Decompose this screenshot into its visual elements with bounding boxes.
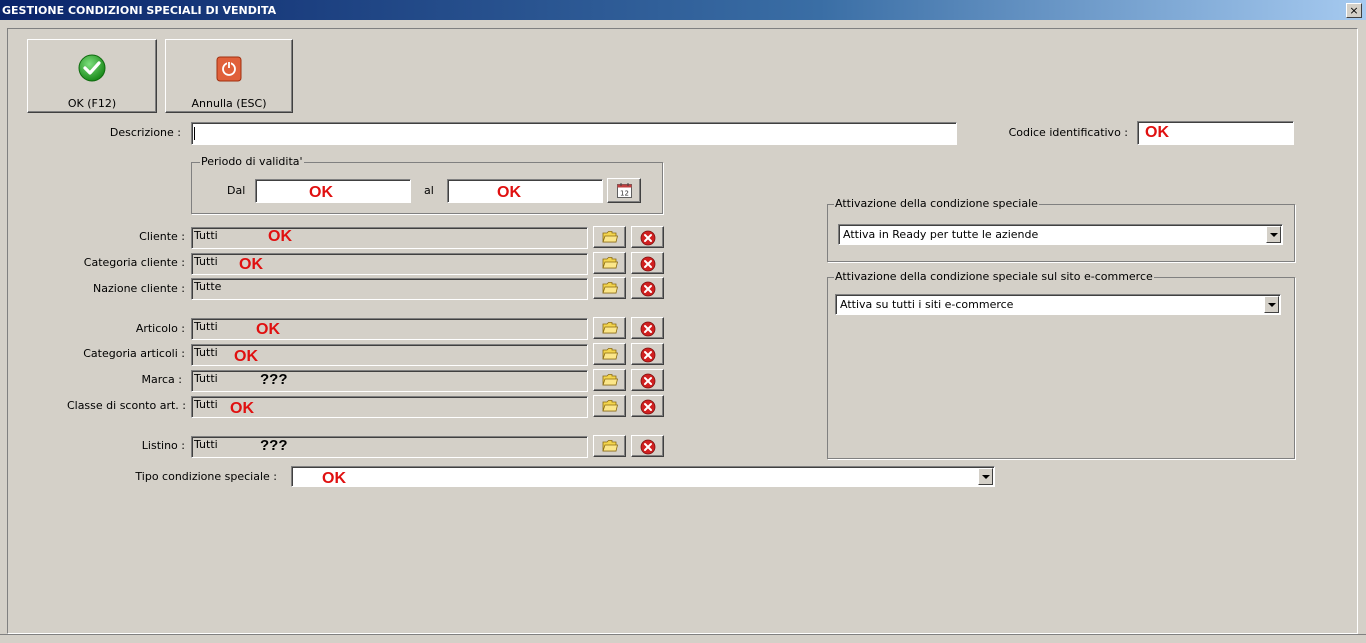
- cliente-field: Tutti: [191, 227, 588, 249]
- marca-value: Tutti: [194, 372, 218, 385]
- check-circle-icon: [78, 54, 106, 82]
- chevron-down-icon[interactable]: [1264, 296, 1279, 313]
- marca-annotation: ???: [260, 371, 288, 388]
- attivazione-selected: Attiva in Ready per tutte le aziende: [843, 228, 1039, 241]
- descrizione-input[interactable]: [191, 122, 957, 145]
- categoria-cliente-label: Categoria cliente :: [83, 256, 185, 269]
- ecommerce-legend: Attivazione della condizione speciale su…: [834, 270, 1154, 283]
- codice-annotation: OK: [1145, 124, 1169, 141]
- marca-clear-button[interactable]: [631, 369, 664, 391]
- categoria-articoli-label: Categoria articoli :: [83, 347, 185, 360]
- marca-label: Marca :: [141, 373, 182, 386]
- svg-text:12: 12: [620, 190, 629, 198]
- classe-sconto-annotation: OK: [230, 400, 254, 417]
- cliente-value: Tutti: [194, 229, 218, 242]
- descrizione-label: Descrizione :: [109, 126, 181, 139]
- ok-button[interactable]: OK (F12): [27, 39, 157, 113]
- nazione-cliente-field: Tutte: [191, 278, 588, 300]
- window-title: GESTIONE CONDIZIONI SPECIALI DI VENDITA: [2, 4, 277, 17]
- delete-icon: [640, 347, 656, 363]
- periodo-legend: Periodo di validita': [200, 155, 304, 168]
- classe-sconto-clear-button[interactable]: [631, 395, 664, 417]
- folder-icon: [602, 400, 618, 412]
- window-titlebar: GESTIONE CONDIZIONI SPECIALI DI VENDITA …: [0, 0, 1366, 20]
- categoria-articoli-annotation: OK: [234, 348, 258, 365]
- marca-field: Tutti: [191, 370, 588, 392]
- cliente-label: Cliente :: [139, 230, 185, 243]
- al-label: al: [424, 184, 434, 197]
- codice-label: Codice identificativo :: [1008, 126, 1128, 139]
- categoria-cliente-browse-button[interactable]: [593, 252, 626, 274]
- tipo-select[interactable]: OK: [291, 466, 995, 487]
- nazione-cliente-clear-button[interactable]: [631, 277, 664, 299]
- folder-icon: [602, 322, 618, 334]
- tipo-label: Tipo condizione speciale :: [135, 470, 277, 483]
- cliente-browse-button[interactable]: [593, 226, 626, 248]
- delete-icon: [640, 321, 656, 337]
- categoria-cliente-annotation: OK: [239, 256, 263, 273]
- cliente-annotation: OK: [268, 228, 292, 245]
- articolo-clear-button[interactable]: [631, 317, 664, 339]
- listino-clear-button[interactable]: [631, 435, 664, 457]
- al-date-input[interactable]: OK: [447, 179, 603, 203]
- chevron-down-icon[interactable]: [978, 468, 993, 485]
- classe-sconto-browse-button[interactable]: [593, 395, 626, 417]
- calendar-icon: 12: [617, 183, 632, 198]
- delete-icon: [640, 230, 656, 246]
- folder-icon: [602, 231, 618, 243]
- delete-icon: [640, 281, 656, 297]
- listino-annotation: ???: [260, 437, 288, 454]
- dal-annotation: OK: [309, 184, 333, 201]
- delete-icon: [640, 439, 656, 455]
- categoria-articoli-browse-button[interactable]: [593, 343, 626, 365]
- articolo-annotation: OK: [256, 321, 280, 338]
- attivazione-legend: Attivazione della condizione speciale: [834, 197, 1039, 210]
- dal-date-input[interactable]: OK: [255, 179, 411, 203]
- al-annotation: OK: [497, 184, 521, 201]
- listino-field: Tutti: [191, 436, 588, 458]
- cliente-clear-button[interactable]: [631, 226, 664, 248]
- delete-icon: [640, 256, 656, 272]
- ok-button-label: OK (F12): [67, 97, 117, 110]
- cancel-button[interactable]: Annulla (ESC): [165, 39, 293, 113]
- classe-sconto-label: Classe di sconto art. :: [66, 399, 186, 412]
- power-icon: [216, 56, 242, 82]
- codice-input[interactable]: OK: [1137, 121, 1294, 145]
- nazione-cliente-value: Tutte: [194, 280, 222, 293]
- categoria-cliente-clear-button[interactable]: [631, 252, 664, 274]
- folder-icon: [602, 348, 618, 360]
- folder-icon: [602, 257, 618, 269]
- close-icon[interactable]: ×: [1346, 3, 1362, 18]
- chevron-down-icon[interactable]: [1266, 226, 1281, 243]
- delete-icon: [640, 399, 656, 415]
- attivazione-select[interactable]: Attiva in Ready per tutte le aziende: [838, 224, 1283, 245]
- tipo-annotation: OK: [322, 470, 346, 487]
- articolo-value: Tutti: [194, 320, 218, 333]
- articolo-field: Tutti: [191, 318, 588, 340]
- text-cursor: [194, 127, 195, 140]
- categoria-articoli-value: Tutti: [194, 346, 218, 359]
- articolo-browse-button[interactable]: [593, 317, 626, 339]
- nazione-cliente-label: Nazione cliente :: [93, 282, 185, 295]
- listino-label: Listino :: [141, 439, 185, 452]
- marca-browse-button[interactable]: [593, 369, 626, 391]
- listino-browse-button[interactable]: [593, 435, 626, 457]
- articolo-label: Articolo :: [135, 322, 185, 335]
- calendar-button[interactable]: 12: [607, 178, 641, 203]
- ecommerce-select[interactable]: Attiva su tutti i siti e-commerce: [835, 294, 1281, 315]
- categoria-cliente-value: Tutti: [194, 255, 218, 268]
- ecommerce-selected: Attiva su tutti i siti e-commerce: [840, 298, 1014, 311]
- delete-icon: [640, 373, 656, 389]
- folder-icon: [602, 374, 618, 386]
- listino-value: Tutti: [194, 438, 218, 451]
- categoria-articoli-clear-button[interactable]: [631, 343, 664, 365]
- nazione-cliente-browse-button[interactable]: [593, 277, 626, 299]
- folder-icon: [602, 440, 618, 452]
- dal-label: Dal: [227, 184, 246, 197]
- cancel-button-label: Annulla (ESC): [191, 97, 267, 110]
- classe-sconto-value: Tutti: [194, 398, 218, 411]
- folder-icon: [602, 282, 618, 294]
